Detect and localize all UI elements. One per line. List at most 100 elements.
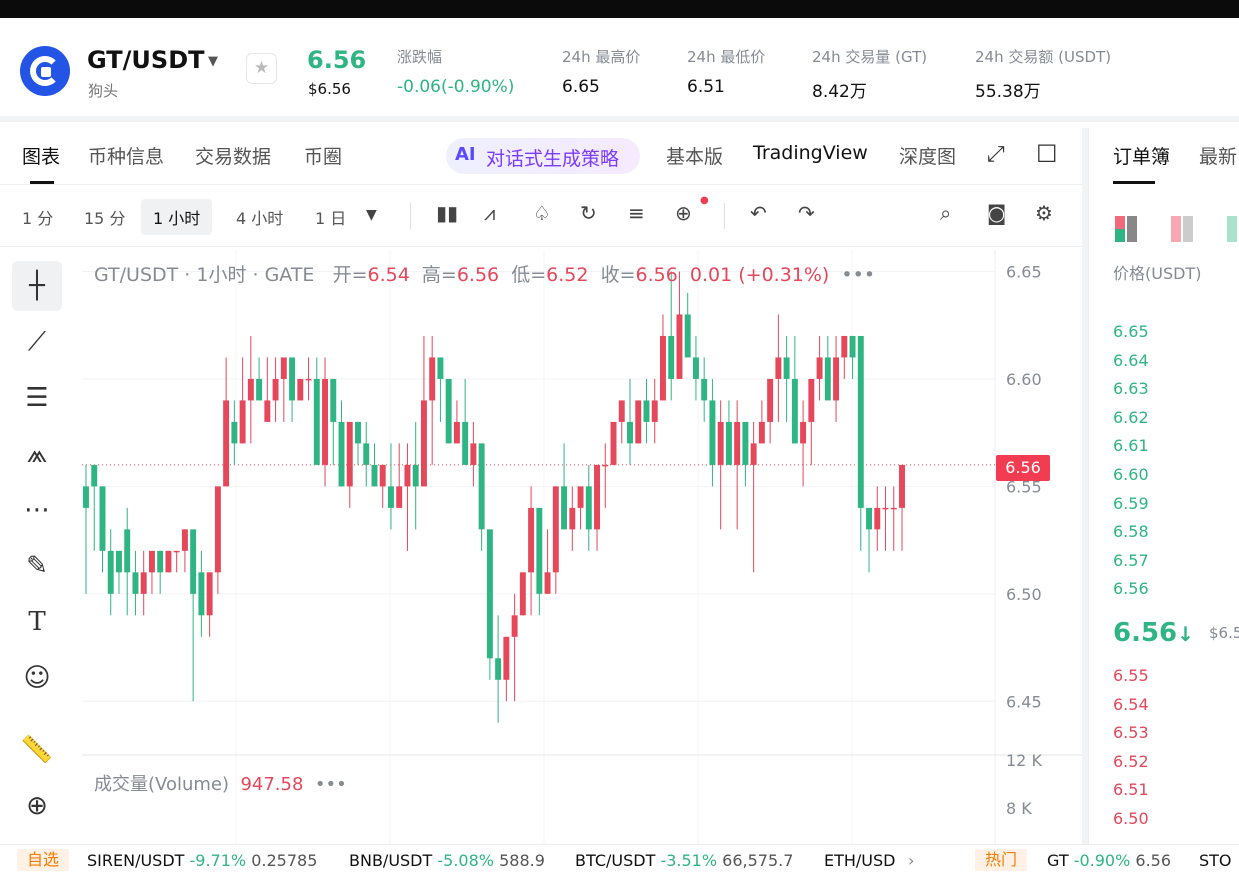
orderbook-ask-row[interactable]: 6.62	[1113, 408, 1149, 427]
candle-body	[701, 378, 708, 401]
candlestick-chart[interactable]: 6.656.606.556.506.4512 K8 K	[0, 0, 1082, 844]
candle-body	[478, 443, 485, 530]
candle-body	[239, 400, 246, 444]
ticker-item[interactable]: BTC/USDT -3.51% 66,575.7	[575, 851, 793, 870]
tab-latest-trades[interactable]: 最新	[1199, 142, 1237, 169]
candle-body	[717, 421, 724, 465]
candle-body	[272, 378, 279, 401]
orderbook-bids-icon[interactable]	[1225, 216, 1239, 242]
orderbook-bid-row[interactable]: 6.55	[1113, 666, 1149, 685]
candle-body	[264, 400, 271, 422]
candle-body	[660, 335, 666, 401]
candle-body	[371, 464, 378, 487]
orderbook-mid-price: 6.56↓	[1113, 618, 1194, 648]
orderbook-bid-row[interactable]: 6.54	[1113, 695, 1149, 714]
candle-body	[808, 378, 815, 422]
candle-body	[725, 421, 732, 465]
orderbook-ask-row[interactable]: 6.63	[1113, 379, 1149, 398]
orderbook-bid-row[interactable]: 6.52	[1113, 752, 1149, 771]
orderbook-ask-row[interactable]: 6.64	[1113, 351, 1149, 370]
candle-body	[280, 357, 287, 379]
candle-body	[676, 314, 683, 379]
candle-body	[536, 507, 543, 594]
candle-body	[83, 486, 89, 508]
orderbook-both-icon[interactable]	[1113, 216, 1139, 242]
orderbook-ask-row[interactable]: 6.60	[1113, 465, 1149, 484]
candle-body	[330, 378, 337, 422]
candle-body	[223, 400, 230, 487]
candle-body	[148, 550, 155, 573]
candle-body	[206, 572, 213, 616]
candle-body	[643, 400, 650, 422]
candle-body	[767, 378, 774, 422]
candle-body	[322, 378, 328, 465]
ticker-item[interactable]: STO	[1199, 851, 1232, 870]
ticker-watchlist-tag[interactable]: 自选	[17, 849, 70, 871]
orderbook-bid-row[interactable]: 6.50	[1113, 809, 1149, 828]
orderbook-ask-row[interactable]: 6.58	[1113, 522, 1149, 541]
candle-body	[528, 507, 535, 573]
candle-body	[429, 357, 436, 401]
candle-body	[256, 378, 263, 401]
candle-body	[610, 421, 617, 465]
candle-body	[874, 507, 881, 530]
ticker-item[interactable]: GT -0.90% 6.56	[1047, 851, 1171, 870]
orderbook-ask-row[interactable]: 6.56	[1113, 579, 1149, 598]
candle-body	[577, 486, 584, 508]
volume-tick-label: 12 K	[1006, 751, 1042, 770]
volume-tick-label: 8 K	[1006, 799, 1032, 818]
candle-body	[758, 421, 765, 444]
candle-body	[388, 486, 394, 508]
candle-body	[709, 400, 716, 465]
orderbook-ask-row[interactable]: 6.61	[1113, 436, 1149, 455]
candle-body	[816, 357, 823, 379]
chart-legend: GT/USDT · 1小时 · GATE 开=6.54 高=6.56 低=6.5…	[94, 264, 876, 286]
ticker-hot-tag[interactable]: 热门	[975, 849, 1028, 871]
candle-body	[569, 507, 576, 530]
candle-body	[445, 378, 452, 444]
arrow-down-icon: ↓	[1177, 622, 1194, 646]
ticker-item[interactable]: BNB/USDT -5.08% 588.9	[349, 851, 545, 870]
candle-body	[313, 378, 320, 465]
candle-body	[561, 486, 568, 530]
candle-body	[396, 486, 403, 508]
candle-body	[486, 529, 493, 659]
candle-body	[866, 507, 872, 530]
orderbook-bid-row[interactable]: 6.53	[1113, 723, 1149, 742]
candle-body	[824, 357, 831, 401]
candle-body	[404, 464, 411, 487]
candle-body	[742, 421, 749, 465]
chevron-right-icon[interactable]: ›	[908, 851, 914, 870]
candle-body	[684, 314, 691, 358]
candle-body	[420, 400, 427, 487]
candle-body	[346, 421, 353, 487]
orderbook-asks-icon[interactable]	[1169, 216, 1195, 242]
candle-body	[116, 550, 122, 573]
ticker-item[interactable]: SIREN/USDT -9.71% 0.25785	[87, 851, 317, 870]
candle-body	[190, 529, 197, 594]
candle-body	[602, 464, 609, 467]
tab-orderbook[interactable]: 订单簿	[1113, 142, 1170, 169]
candle-body	[107, 550, 114, 594]
candle-body	[552, 486, 559, 573]
candle-body	[379, 464, 386, 487]
candle-body	[231, 421, 238, 444]
orderbook-ask-row[interactable]: 6.65	[1113, 322, 1149, 341]
candle-body	[841, 335, 848, 358]
orderbook-ask-row[interactable]: 6.57	[1113, 551, 1149, 570]
candle-body	[750, 443, 757, 465]
candle-body	[247, 378, 254, 401]
candle-body	[783, 357, 790, 379]
orderbook-ask-row[interactable]: 6.59	[1113, 494, 1149, 513]
ticker-item[interactable]: ETH/USD	[824, 851, 896, 870]
candle-body	[692, 357, 699, 379]
candle-body	[363, 443, 370, 465]
candle-body	[198, 572, 205, 616]
candle-body	[849, 335, 856, 358]
candle-body	[140, 572, 147, 594]
candle-body	[857, 335, 864, 508]
candle-body	[99, 486, 106, 551]
orderbook-bid-row[interactable]: 6.51	[1113, 780, 1149, 799]
candle-body	[791, 378, 798, 444]
candle-body	[165, 550, 172, 573]
